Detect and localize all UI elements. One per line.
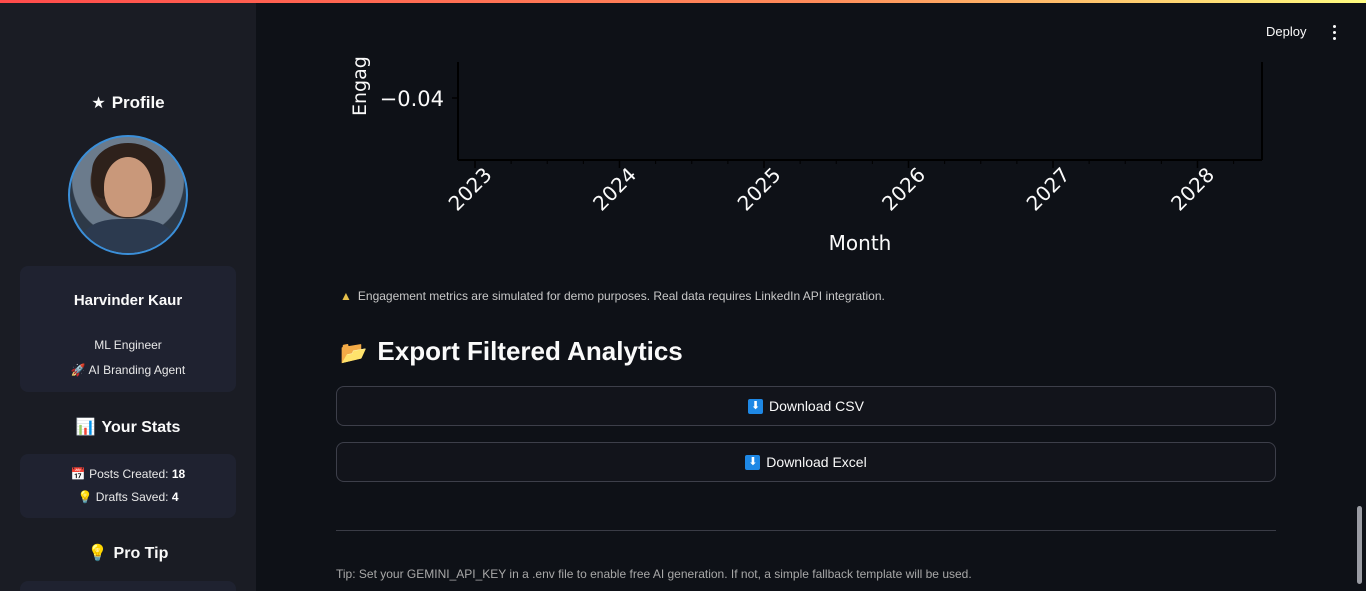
sidebar: ★ Profile Harvinder Kaur ML Engineer 🚀 AI… (0, 3, 256, 591)
profile-heading: ★ Profile (0, 93, 256, 113)
download-csv-button[interactable]: ⬇ Download CSV (336, 386, 1276, 426)
download-arrow-icon: ⬇ (745, 454, 761, 470)
bar-chart-icon: 📊 (75, 419, 96, 436)
more-options-icon[interactable] (1325, 22, 1343, 42)
star-icon: ★ (91, 95, 106, 112)
profile-title: Profile (111, 93, 165, 112)
export-section-title: 📂 Export Filtered Analytics (340, 336, 683, 366)
y-tick-label: −0.04 (380, 87, 444, 111)
user-name: Harvinder Kaur (73, 292, 183, 309)
stats-heading: 📊 Your Stats (75, 419, 181, 436)
download-arrow-icon: ⬇ (748, 398, 764, 414)
profile-card: Harvinder Kaur ML Engineer 🚀 AI Branding… (20, 266, 236, 392)
divider (336, 530, 1276, 531)
download-excel-button[interactable]: ⬇ Download Excel (336, 442, 1276, 482)
warning-icon: ▲ (340, 289, 352, 303)
footer-tip: Tip: Set your GEMINI_API_KEY in a .env f… (336, 567, 972, 581)
deploy-button[interactable]: Deploy (1260, 22, 1312, 41)
user-role: ML Engineer (94, 338, 162, 352)
calendar-icon: 📅 (70, 467, 86, 481)
folder-icon: 📂 (340, 340, 368, 365)
avatar (68, 135, 188, 255)
agent-label: 🚀 AI Branding Agent (70, 363, 186, 377)
vertical-scrollbar[interactable] (1357, 506, 1362, 584)
lightbulb-icon: 💡 (77, 490, 93, 504)
drafts-saved-stat: 💡 Drafts Saved: 4 (77, 490, 179, 504)
pro-tip-card (20, 581, 236, 591)
rocket-icon: 🚀 (70, 363, 86, 377)
posts-created-stat: 📅 Posts Created: 18 (70, 467, 186, 481)
y-axis-label: Engag (349, 56, 371, 116)
pro-tip-heading: 💡 Pro Tip (87, 545, 169, 562)
engagement-chart: −0.04Engag2023 2024 2025 2026 2027 2028Month (336, 50, 1276, 270)
x-axis-label: Month (829, 231, 892, 255)
warning-message: ▲ Engagement metrics are simulated for de… (340, 289, 885, 303)
lightbulb-icon: 💡 (87, 545, 108, 562)
stats-card: 📅 Posts Created: 18 💡 Drafts Saved: 4 (20, 454, 236, 518)
